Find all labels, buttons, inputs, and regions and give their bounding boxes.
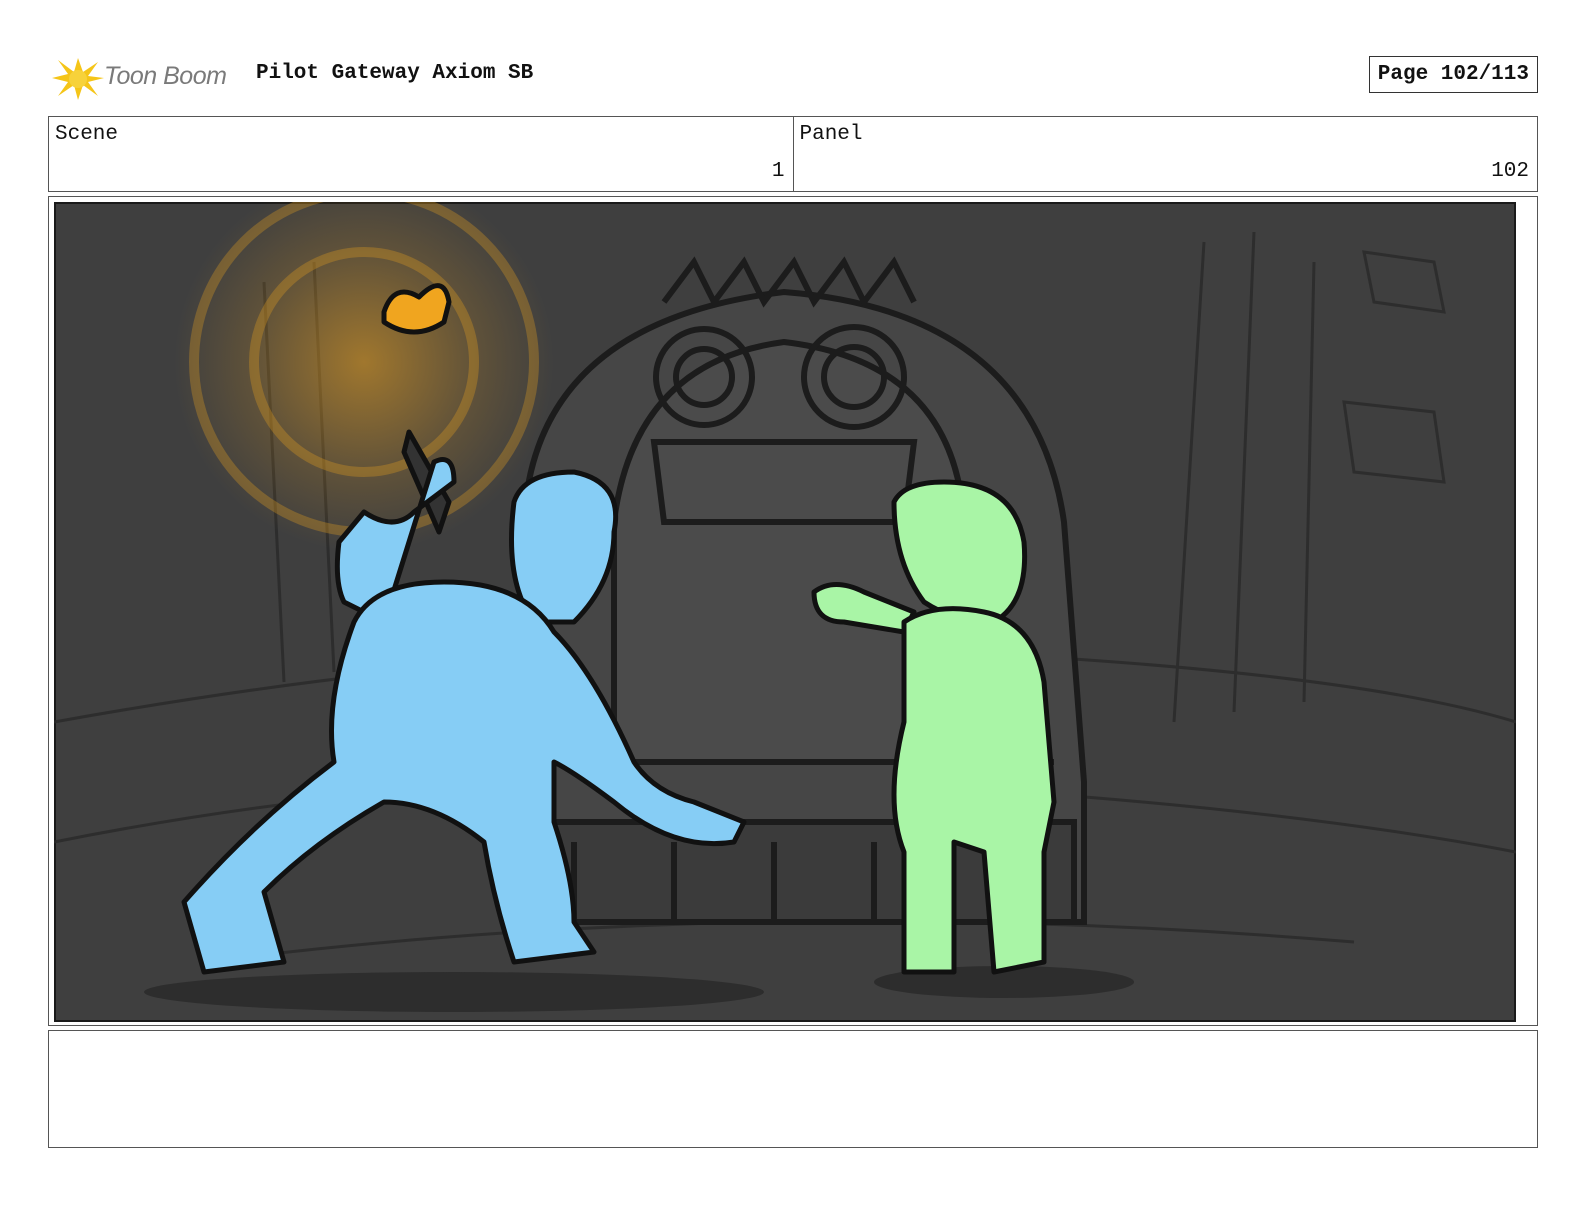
logo-text: Toon Boom	[104, 62, 227, 90]
toon-boom-logo: Toon Boom	[48, 52, 248, 104]
scene-cell: Scene 1	[49, 117, 793, 191]
scene-label: Scene	[55, 123, 119, 146]
scene-value: 1	[771, 160, 785, 183]
storyboard-panel	[48, 196, 1538, 1026]
page-number: Page 102/113	[1368, 56, 1538, 93]
panel-cell: Panel 102	[792, 117, 1538, 191]
panel-label: Panel	[799, 123, 863, 146]
document-title: Pilot Gateway Axiom SB	[256, 62, 534, 85]
panel-notes	[48, 1030, 1538, 1148]
starburst-icon	[52, 58, 104, 100]
page-header: Toon Boom Pilot Gateway Axiom SB Page 10…	[48, 50, 1538, 102]
scene-panel-info: Scene 1 Panel 102	[48, 116, 1538, 192]
panel-value: 102	[1491, 160, 1529, 183]
panel-drawing	[54, 202, 1516, 1022]
